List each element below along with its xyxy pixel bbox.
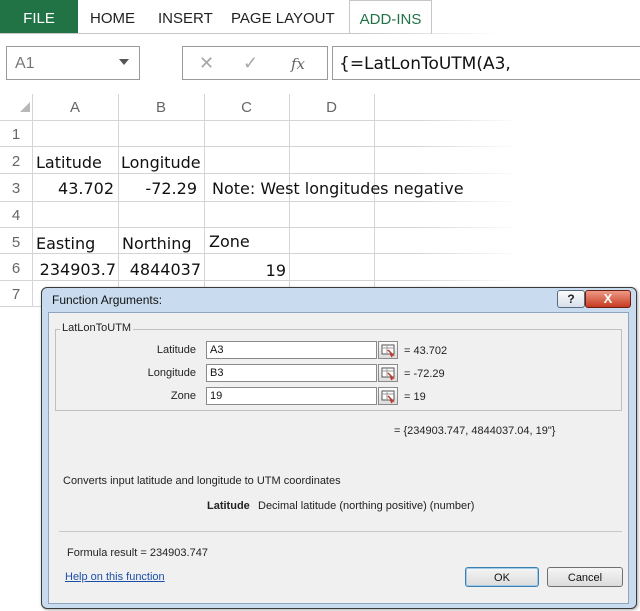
formula-result: Formula result = 234903.747	[67, 547, 208, 559]
col-divider	[204, 94, 205, 306]
longitude-eval: = -72.29	[404, 368, 445, 380]
col-divider	[118, 94, 119, 306]
row-divider	[0, 253, 520, 254]
row-header-5[interactable]: 5	[0, 234, 32, 251]
column-header-b[interactable]: B	[118, 99, 204, 116]
row-header-6[interactable]: 6	[0, 260, 32, 277]
col-divider	[289, 94, 290, 306]
arg-label-zone: Zone	[170, 390, 196, 402]
row-header-3[interactable]: 3	[0, 180, 32, 197]
ok-button[interactable]: OK	[465, 567, 539, 587]
row-divider	[0, 227, 520, 228]
fx-icon[interactable]: fx	[291, 55, 305, 73]
dialog-title: Function Arguments:	[52, 293, 163, 307]
arg-description-text: Decimal latitude (northing positive) (nu…	[258, 500, 475, 512]
function-arguments-dialog: Function Arguments: ? X LatLonToUTM Lati…	[41, 287, 637, 609]
zone-input[interactable]	[206, 387, 377, 405]
dialog-body: LatLonToUTM Latitude = 43.702 Longitude …	[48, 312, 629, 604]
tab-home[interactable]: HOME	[90, 0, 135, 33]
formula-buttons: ✕ ✓ fx	[182, 46, 328, 80]
cell-b2[interactable]: Longitude	[121, 153, 201, 172]
row-divider	[0, 280, 520, 281]
ribbon: FILE HOME INSERT PAGE LAYOUT ADD-INS	[0, 0, 640, 34]
function-result-preview: = {234903.747, 4844037.04, 19"}	[394, 425, 556, 437]
row-divider	[0, 173, 520, 174]
formula-input[interactable]: {=LatLonToUTM(A3,	[332, 46, 640, 80]
cell-b5[interactable]: Northing	[122, 234, 192, 253]
range-select-icon[interactable]	[378, 341, 398, 359]
cell-c6[interactable]: 19	[206, 261, 286, 280]
chevron-down-icon[interactable]	[119, 59, 129, 65]
help-icon[interactable]: ?	[557, 290, 585, 308]
tab-page-layout[interactable]: PAGE LAYOUT	[231, 0, 335, 33]
arg-label-latitude: Latitude	[156, 344, 196, 356]
tab-file[interactable]: FILE	[0, 0, 78, 33]
function-name-label: LatLonToUTM	[60, 322, 134, 334]
cell-c3[interactable]: Note: West longitudes negative	[212, 179, 464, 198]
zone-eval: = 19	[404, 391, 426, 403]
latitude-eval: = 43.702	[404, 345, 448, 357]
name-box-value: A1	[15, 55, 35, 72]
cell-a5[interactable]: Easting	[36, 234, 95, 253]
row-divider	[0, 201, 520, 202]
name-box[interactable]: A1	[6, 46, 140, 80]
cell-c5[interactable]: Zone	[209, 232, 250, 251]
latitude-input[interactable]	[206, 341, 377, 359]
select-all-icon[interactable]	[20, 102, 30, 112]
close-icon[interactable]: X	[585, 290, 631, 308]
arg-label-longitude: Longitude	[147, 367, 196, 379]
row-divider	[0, 146, 520, 147]
ribbon-divider	[0, 33, 500, 34]
worksheet-grid: A B C D 1 2 3 4 5 6 7 Latitude Longitude…	[0, 94, 640, 314]
check-icon[interactable]: ✓	[243, 53, 258, 74]
cell-a3[interactable]: 43.702	[36, 179, 114, 198]
tab-add-ins[interactable]: ADD-INS	[349, 0, 432, 34]
row-divider	[0, 120, 520, 121]
tab-insert[interactable]: INSERT	[158, 0, 213, 33]
row-header-7[interactable]: 7	[0, 286, 32, 303]
formula-text: {=LatLonToUTM(A3,	[339, 54, 511, 74]
cell-a2[interactable]: Latitude	[36, 153, 102, 172]
cell-b3[interactable]: -72.29	[121, 179, 197, 198]
col-divider	[32, 94, 33, 306]
cancel-button[interactable]: Cancel	[547, 567, 623, 587]
column-header-d[interactable]: D	[289, 99, 374, 116]
range-select-icon[interactable]	[378, 387, 398, 405]
function-description: Converts input latitude and longitude to…	[63, 475, 341, 487]
help-on-function-link[interactable]: Help on this function	[65, 571, 165, 583]
row-header-1[interactable]: 1	[0, 126, 32, 143]
range-select-icon[interactable]	[378, 364, 398, 382]
arg-description-name: Latitude	[207, 500, 250, 512]
column-header-a[interactable]: A	[32, 99, 118, 116]
arguments-group: LatLonToUTM Latitude = 43.702 Longitude …	[55, 322, 622, 411]
cell-a6[interactable]: 234903.7	[36, 260, 116, 279]
row-header-2[interactable]: 2	[0, 153, 32, 170]
cancel-icon[interactable]: ✕	[199, 53, 214, 74]
col-divider	[374, 94, 375, 306]
row-header-4[interactable]: 4	[0, 207, 32, 224]
column-header-c[interactable]: C	[204, 99, 289, 116]
cell-b6[interactable]: 4844037	[121, 260, 201, 279]
divider	[59, 531, 622, 532]
longitude-input[interactable]	[206, 364, 377, 382]
